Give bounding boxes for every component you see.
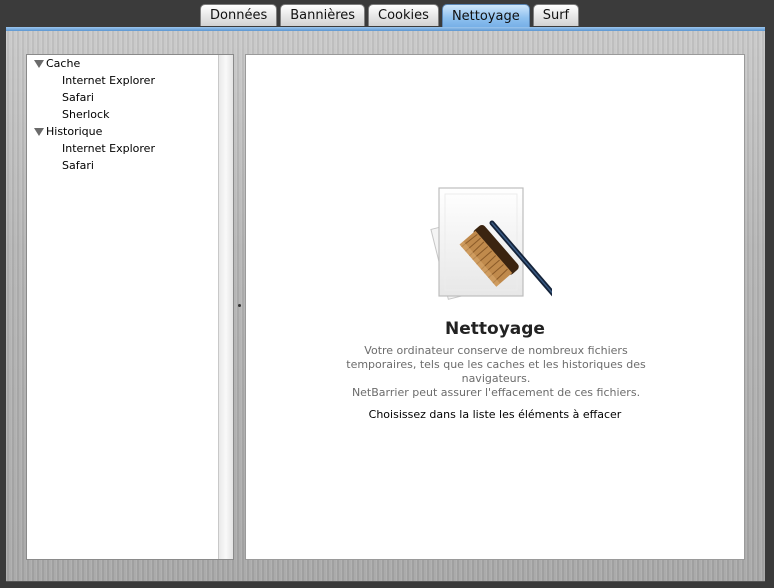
tree-group-cache[interactable]: Cache xyxy=(27,55,219,72)
disclosure-triangle-icon[interactable] xyxy=(34,59,44,68)
tab-bar: Données Bannières Cookies Nettoyage Surf xyxy=(200,4,580,28)
tab-nettoyage[interactable]: Nettoyage xyxy=(441,4,530,28)
description-line: navigateurs. xyxy=(461,372,531,385)
broom-document-icon xyxy=(422,183,558,309)
page-title: Nettoyage xyxy=(445,319,545,339)
tab-bannieres[interactable]: Bannières xyxy=(280,4,366,26)
split-view-divider[interactable] xyxy=(235,54,244,560)
tab-cookies[interactable]: Cookies xyxy=(368,4,439,26)
sidebar-tree: Cache Internet Explorer Safari Sherlock … xyxy=(26,54,234,560)
divider-grip-icon[interactable] xyxy=(238,304,241,307)
instruction-text: Choisissez dans la liste les éléments à … xyxy=(368,408,622,421)
main-panel: Cache Internet Explorer Safari Sherlock … xyxy=(6,31,765,582)
tree-item-cache-internet-explorer[interactable]: Internet Explorer xyxy=(27,72,219,89)
tree-item-historique-internet-explorer[interactable]: Internet Explorer xyxy=(27,140,219,157)
detail-pane: Nettoyage Votre ordinateur conserve de n… xyxy=(245,54,745,560)
tree-item-cache-safari[interactable]: Safari xyxy=(27,89,219,106)
tree-list: Cache Internet Explorer Safari Sherlock … xyxy=(27,55,219,174)
tab-donnees[interactable]: Données xyxy=(200,4,278,26)
disclosure-triangle-icon[interactable] xyxy=(34,127,44,136)
description-line: Votre ordinateur conserve de nombreux fi… xyxy=(364,344,628,357)
sidebar-scrollbar[interactable] xyxy=(218,55,233,559)
description-line: temporaires, tels que les caches et les … xyxy=(346,358,646,371)
tree-item-cache-sherlock[interactable]: Sherlock xyxy=(27,106,219,123)
description-line: NetBarrier peut assurer l'effacement de … xyxy=(351,386,641,399)
tree-group-historique[interactable]: Historique xyxy=(27,123,219,140)
tree-group-label: Cache xyxy=(46,57,81,70)
tree-item-historique-safari[interactable]: Safari xyxy=(27,157,219,174)
toolbar: Données Bannières Cookies Nettoyage Surf xyxy=(0,0,774,30)
tab-surf[interactable]: Surf xyxy=(532,4,580,26)
tree-group-label: Historique xyxy=(46,125,103,138)
description-text: Votre ordinateur conserve de nombreux fi… xyxy=(336,344,656,400)
